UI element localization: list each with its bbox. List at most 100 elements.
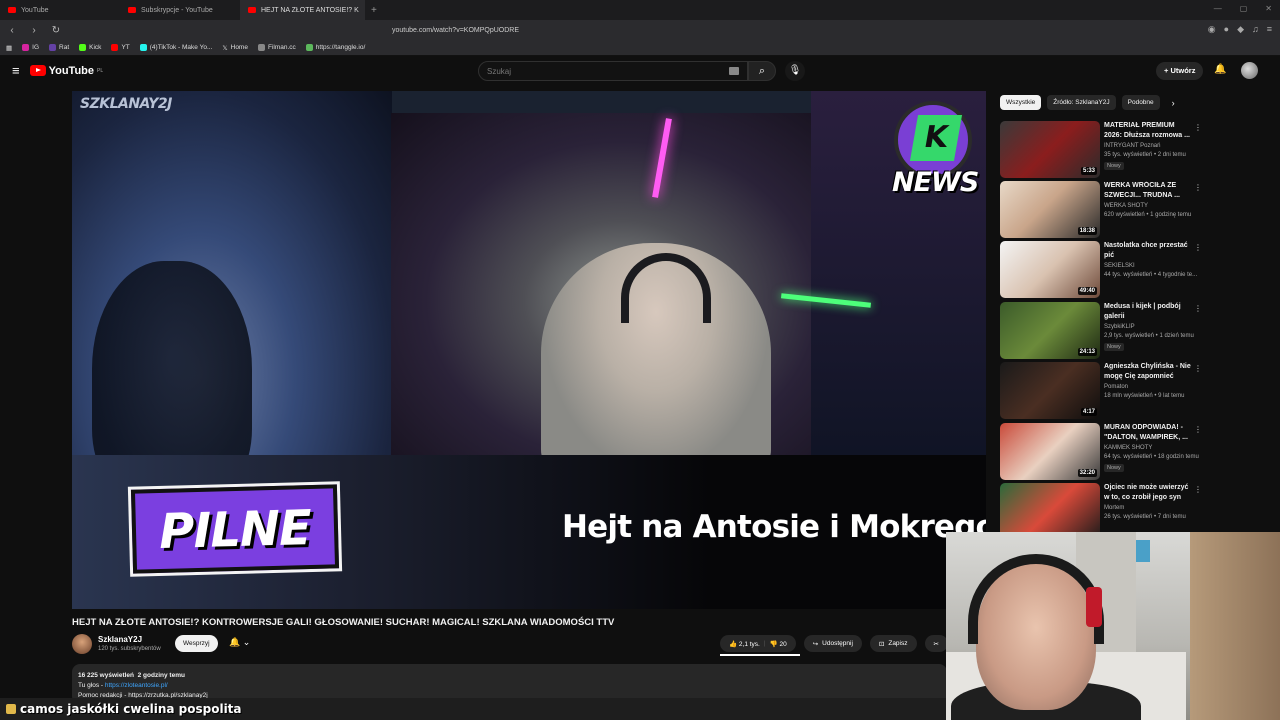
more-options-icon[interactable]: ⋮ (1194, 183, 1202, 192)
extension-icon[interactable]: ◉ (1208, 24, 1216, 35)
bookmark-filman[interactable]: Filman.cc (257, 44, 296, 51)
video-duration: 5:33 (1080, 167, 1097, 175)
create-button[interactable]: + Utwórz (1156, 62, 1204, 80)
bookmark-tiktok[interactable]: (4)TikTok - Make Yo... (139, 44, 212, 51)
share-button[interactable]: ↪ Udostępnij (803, 635, 862, 652)
search-input[interactable]: Szukaj (478, 61, 748, 81)
recommendation-title[interactable]: Medusa i kijek | podbój galerii (1104, 302, 1192, 321)
reload-icon[interactable]: ↻ (50, 25, 62, 36)
recommendation-title[interactable]: Ojciec nie może uwierzyć w to, co zrobił… (1104, 483, 1192, 502)
recommendation-title[interactable]: Nastolatka chce przestać pić (1104, 241, 1192, 260)
video-thumbnail[interactable]: 4:17 (1000, 362, 1100, 419)
youtube-play-icon (29, 65, 46, 76)
recommendation-item[interactable]: 32:20 MURAN ODPOWIADA! - "DALTON, WAMPIR… (1000, 423, 1205, 480)
video-duration: 24:13 (1077, 348, 1097, 356)
description-link[interactable]: https://zloteantosie.pl/ (105, 682, 168, 689)
search-button[interactable]: ⌕ (748, 61, 776, 81)
recommendation-item[interactable]: 49:40 Nastolatka chce przestać pić SEKIE… (1000, 241, 1205, 298)
browser-tab-current-video[interactable]: HEJT NA ZŁOTE ANTOSIE!? K (240, 0, 365, 20)
support-button[interactable]: Wesprzyj (175, 635, 218, 652)
music-icon[interactable]: ♫ (1252, 24, 1259, 35)
bookmark-yt[interactable]: YT (111, 44, 130, 51)
more-options-icon[interactable]: ⋮ (1194, 485, 1202, 494)
more-options-icon[interactable]: ⋮ (1194, 243, 1202, 252)
notifications-bell-icon[interactable]: 🔔 (1214, 64, 1226, 75)
video-player[interactable]: SZKLANAY2J K NEWS PILNE Hejt na Antosie … (72, 91, 986, 609)
video-thumbnail[interactable]: 49:40 (1000, 241, 1100, 298)
channel-name[interactable]: SzklanaY2J (98, 635, 142, 644)
recommendation-channel[interactable]: SEKIELSKI (1104, 263, 1135, 269)
maximize-icon[interactable]: ▢ (1240, 4, 1248, 13)
browser-tab-youtube[interactable]: YouTube (0, 0, 120, 20)
chip-related[interactable]: Podobne (1121, 95, 1160, 110)
voice-search-button[interactable]: 🎙 (785, 61, 805, 81)
bookmark-icon (257, 44, 265, 51)
like-button[interactable]: 👍 2,1 tys. (729, 640, 760, 648)
chip-from-channel[interactable]: Źródło: SzklanaY2J (1047, 95, 1116, 110)
recommendation-meta: 18 mln wyświetleń • 9 lat temu (1104, 393, 1185, 399)
recommendation-title[interactable]: Agnieszka Chylińska - Nie mogę Cię zapom… (1104, 362, 1192, 381)
bookmark-rat[interactable]: Rat (49, 44, 69, 51)
video-thumbnail[interactable]: 32:20 (1000, 423, 1100, 480)
keyboard-icon[interactable] (729, 67, 739, 75)
recommendation-channel[interactable]: WERKA SHOTY (1104, 203, 1148, 209)
dislike-button[interactable]: 👎 20 (770, 640, 787, 648)
video-thumbnail[interactable]: 18:38 (1000, 181, 1100, 238)
recommendation-meta: 2,9 tys. wyświetleń • 1 dzień temu (1104, 333, 1194, 339)
forward-icon[interactable]: › (28, 25, 40, 36)
background-poster (1136, 540, 1150, 562)
back-icon[interactable]: ‹ (6, 25, 18, 36)
recommendation-item[interactable]: 4:17 Agnieszka Chylińska - Nie mogę Cię … (1000, 362, 1205, 419)
bookmark-ig[interactable]: IG (22, 44, 39, 51)
video-title: HEJT NA ZŁOTE ANTOSIE!? KONTROWERSJE GAL… (72, 617, 615, 628)
recommendation-title[interactable]: MURAN ODPOWIADA! - "DALTON, WAMPIREK, ..… (1104, 423, 1192, 442)
close-icon[interactable]: ✕ (1265, 4, 1272, 13)
video-duration: 4:17 (1080, 408, 1097, 416)
more-options-icon[interactable]: ⋮ (1194, 304, 1202, 313)
subscriber-count: 120 tys. subskrybentów (98, 646, 161, 652)
extension-icon[interactable]: ● (1224, 24, 1229, 35)
more-options-icon[interactable]: ⋮ (1194, 123, 1202, 132)
subscription-bell-icon[interactable]: 🔔 ⌄ (229, 637, 250, 648)
new-tab-button[interactable]: + (365, 5, 383, 16)
video-thumbnail[interactable]: 24:13 (1000, 302, 1100, 359)
recommendation-item[interactable]: 18:38 WERKA WRÓCIŁA ZE SZWECJI... TRUDNA… (1000, 181, 1205, 238)
extension-icon[interactable]: ◆ (1237, 24, 1244, 35)
bookmark-kick[interactable]: Kick (79, 44, 101, 51)
logo-region: PL (97, 67, 104, 74)
description-text: Tu głos - (78, 682, 105, 689)
apps-icon[interactable]: ▦ (6, 44, 12, 52)
chevron-right-icon[interactable]: › (1172, 98, 1175, 108)
more-options-icon[interactable]: ⋮ (1194, 425, 1202, 434)
recommendation-channel[interactable]: KAMMEK SHOTY (1104, 445, 1152, 451)
neon-light (652, 118, 672, 198)
account-avatar[interactable] (1241, 62, 1258, 79)
video-duration: 49:40 (1077, 287, 1097, 295)
description-meta: 16 225 wyświetleń 2 godziny temu (78, 671, 941, 681)
save-button[interactable]: ⊡ Zapisz (869, 635, 917, 652)
bookmark-tanggle[interactable]: https://tanggle.io/ (305, 44, 365, 51)
recommendation-channel[interactable]: SzybkiKLIP (1104, 324, 1135, 330)
recommendation-channel[interactable]: INTRYGANT Poznań (1104, 143, 1160, 149)
recommendation-title[interactable]: WERKA WRÓCIŁA ZE SZWECJI... TRUDNA ... (1104, 181, 1192, 200)
browser-tab-bar: YouTube Subskrypcje - YouTube HEJT NA ZŁ… (0, 0, 1280, 20)
recommendation-channel[interactable]: Mortem (1104, 505, 1124, 511)
recommendation-title[interactable]: MATERIAŁ PREMIUM 2026: Dłuższa rozmowa .… (1104, 121, 1192, 140)
recommendation-item[interactable]: 5:33 MATERIAŁ PREMIUM 2026: Dłuższa rozm… (1000, 121, 1205, 178)
url-field[interactable]: youtube.com/watch?v=KOMPQpUODRE (392, 27, 519, 34)
bookmark-home[interactable]: 𝕏 Home (222, 44, 248, 52)
menu-icon[interactable]: ≡ (1267, 24, 1272, 35)
video-thumbnail[interactable]: 5:33 (1000, 121, 1100, 178)
bookmark-label: IG (32, 44, 40, 51)
chip-all[interactable]: Wszystkie (1000, 95, 1042, 110)
recommendation-item[interactable]: 24:13 Medusa i kijek | podbój galerii Sz… (1000, 302, 1205, 359)
browser-tab-subscriptions[interactable]: Subskrypcje - YouTube (120, 0, 240, 20)
bookmark-icon: ⊡ (878, 640, 885, 648)
minimize-icon[interactable]: — (1214, 4, 1222, 13)
recommendation-channel[interactable]: Pomaton (1104, 384, 1128, 390)
more-options-icon[interactable]: ⋮ (1194, 364, 1202, 373)
channel-avatar[interactable] (72, 634, 92, 654)
youtube-logo[interactable]: YouTube PL (29, 65, 104, 77)
hamburger-menu-icon[interactable]: ≡ (12, 63, 20, 78)
clip-button[interactable]: ✂ (924, 635, 948, 652)
